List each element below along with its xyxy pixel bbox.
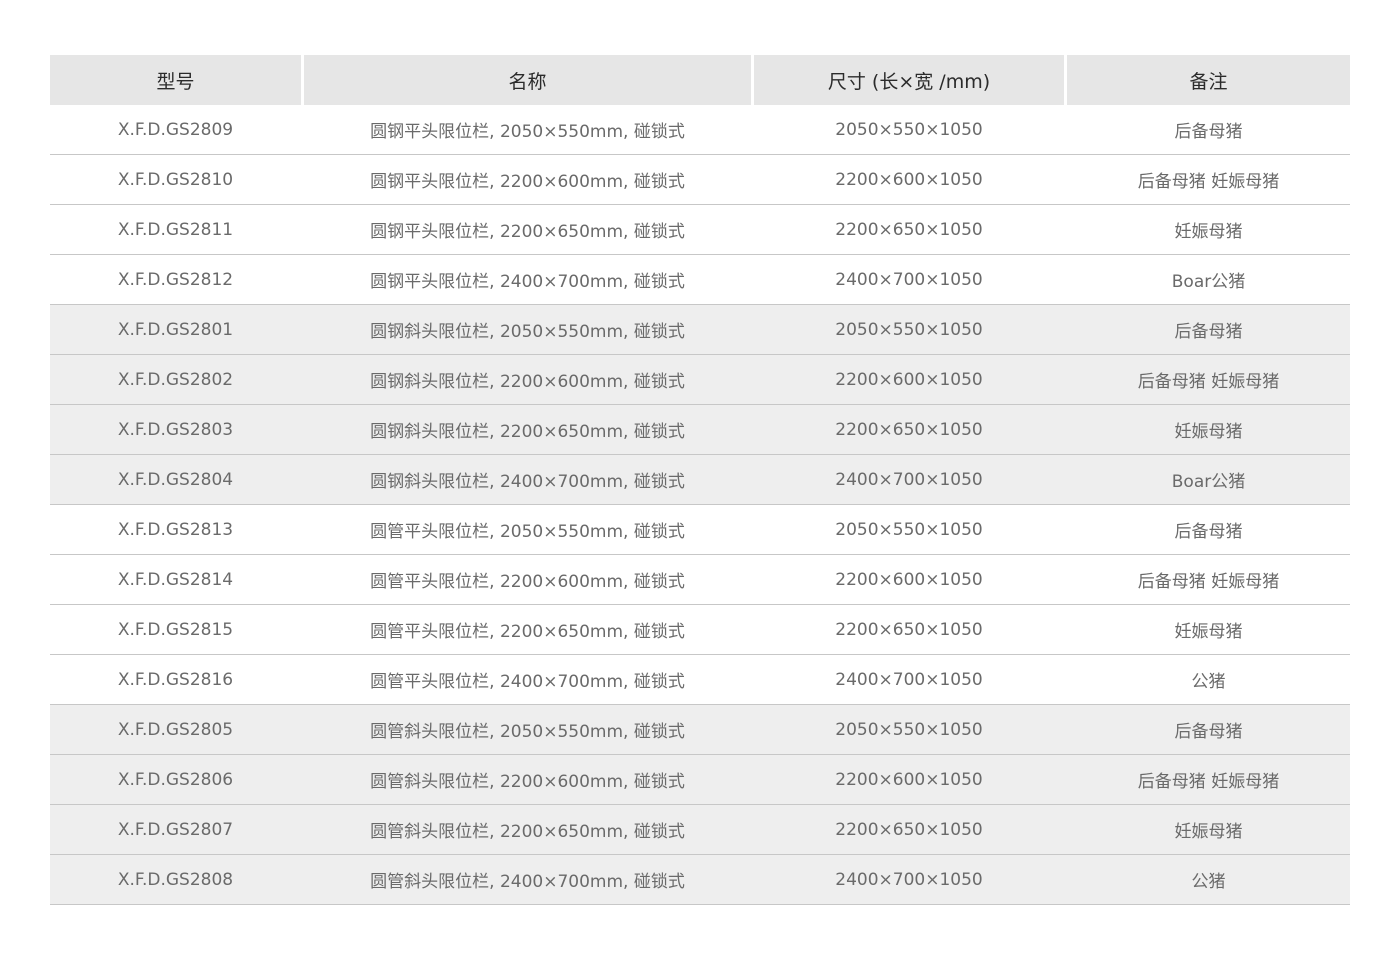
table-row: X.F.D.GS2814 圆管平头限位栏, 2200×600mm, 碰锁式 2200… <box>50 555 1350 605</box>
cell-size: 2200×650×1050 <box>835 219 983 240</box>
cell-note: 妊娠母猪 <box>1174 422 1243 442</box>
cell-name: 圆钢平头限位栏, 2200×650mm, 碰锁式 <box>370 222 685 242</box>
cell-model: X.F.D.GS2813 <box>117 519 234 540</box>
cell-model: X.F.D.GS2811 <box>117 219 234 240</box>
cell-size: 2400×700×1050 <box>835 669 983 690</box>
cell-name: 圆管平头限位栏, 2200×650mm, 碰锁式 <box>370 622 685 642</box>
cell-name: 圆管平头限位栏, 2400×700mm, 碰锁式 <box>370 672 685 692</box>
cell-name: 圆管平头限位栏, 2200×600mm, 碰锁式 <box>370 572 685 592</box>
table-row: X.F.D.GS2808 圆管斜头限位栏, 2400×700mm, 碰锁式 2400… <box>50 855 1350 905</box>
table-row: X.F.D.GS2810 圆钢平头限位栏, 2200×600mm, 碰锁式 2200… <box>50 155 1350 205</box>
cell-note: 后备母猪 妊娠母猪 <box>1137 172 1280 192</box>
cell-size: 2400×700×1050 <box>835 469 983 490</box>
cell-model: X.F.D.GS2810 <box>117 169 234 190</box>
cell-note: Boar公猪 <box>1171 272 1246 292</box>
table-row: X.F.D.GS2804 圆钢斜头限位栏, 2400×700mm, 碰锁式 2400… <box>50 455 1350 505</box>
cell-name: 圆钢平头限位栏, 2400×700mm, 碰锁式 <box>370 272 685 292</box>
cell-note: 后备母猪 妊娠母猪 <box>1137 572 1280 592</box>
cell-note: 公猪 <box>1191 872 1226 892</box>
cell-model: X.F.D.GS2803 <box>117 419 234 440</box>
cell-note: 后备母猪 <box>1174 122 1243 142</box>
cell-size: 2050×550×1050 <box>835 519 983 540</box>
cell-size: 2400×700×1050 <box>835 869 983 890</box>
header-note: 备注 <box>1067 55 1350 105</box>
header-size: 尺寸 (长×宽 /mm) <box>754 55 1064 105</box>
cell-name: 圆管斜头限位栏, 2050×550mm, 碰锁式 <box>370 722 685 742</box>
cell-model: X.F.D.GS2814 <box>117 569 234 590</box>
cell-model: X.F.D.GS2805 <box>117 719 234 740</box>
cell-name: 圆管斜头限位栏, 2200×600mm, 碰锁式 <box>370 772 685 792</box>
cell-size: 2200×600×1050 <box>835 369 983 390</box>
table-row: X.F.D.GS2806 圆管斜头限位栏, 2200×600mm, 碰锁式 2200… <box>50 755 1350 805</box>
table-row: X.F.D.GS2805 圆管斜头限位栏, 2050×550mm, 碰锁式 2050… <box>50 705 1350 755</box>
table-row: X.F.D.GS2815 圆管平头限位栏, 2200×650mm, 碰锁式 2200… <box>50 605 1350 655</box>
cell-model: X.F.D.GS2809 <box>117 119 234 140</box>
cell-note: 后备母猪 妊娠母猪 <box>1137 372 1280 392</box>
cell-size: 2050×550×1050 <box>835 119 983 140</box>
table-row: X.F.D.GS2812 圆钢平头限位栏, 2400×700mm, 碰锁式 2400… <box>50 255 1350 305</box>
table-row: X.F.D.GS2803 圆钢斜头限位栏, 2200×650mm, 碰锁式 2200… <box>50 405 1350 455</box>
cell-name: 圆管斜头限位栏, 2200×650mm, 碰锁式 <box>370 822 685 842</box>
cell-name: 圆钢平头限位栏, 2050×550mm, 碰锁式 <box>370 122 685 142</box>
cell-model: X.F.D.GS2812 <box>117 269 234 290</box>
table-row: X.F.D.GS2802 圆钢斜头限位栏, 2200×600mm, 碰锁式 2200… <box>50 355 1350 405</box>
cell-note: 后备母猪 妊娠母猪 <box>1137 772 1280 792</box>
cell-size: 2050×550×1050 <box>835 319 983 340</box>
cell-name: 圆钢斜头限位栏, 2400×700mm, 碰锁式 <box>370 472 685 492</box>
cell-size: 2200×600×1050 <box>835 769 983 790</box>
cell-model: X.F.D.GS2806 <box>117 769 234 790</box>
table-row: X.F.D.GS2813 圆管平头限位栏, 2050×550mm, 碰锁式 2050… <box>50 505 1350 555</box>
table-row: X.F.D.GS2811 圆钢平头限位栏, 2200×650mm, 碰锁式 2200… <box>50 205 1350 255</box>
cell-size: 2200×650×1050 <box>835 419 983 440</box>
cell-note: Boar公猪 <box>1171 472 1246 492</box>
cell-note: 妊娠母猪 <box>1174 622 1243 642</box>
spec-table: 型号 名称 尺寸 (长×宽 /mm) 备注 X.F.D.GS2809 圆钢平头限位… <box>50 55 1350 905</box>
cell-size: 2400×700×1050 <box>835 269 983 290</box>
cell-name: 圆钢斜头限位栏, 2200×600mm, 碰锁式 <box>370 372 685 392</box>
header-model: 型号 <box>50 55 301 105</box>
cell-name: 圆管斜头限位栏, 2400×700mm, 碰锁式 <box>370 872 685 892</box>
cell-model: X.F.D.GS2808 <box>117 869 234 890</box>
cell-note: 妊娠母猪 <box>1174 222 1243 242</box>
cell-model: X.F.D.GS2807 <box>117 819 234 840</box>
table-row: X.F.D.GS2807 圆管斜头限位栏, 2200×650mm, 碰锁式 2200… <box>50 805 1350 855</box>
cell-size: 2200×600×1050 <box>835 169 983 190</box>
cell-name: 圆钢斜头限位栏, 2050×550mm, 碰锁式 <box>370 322 685 342</box>
cell-size: 2200×600×1050 <box>835 569 983 590</box>
table-row: X.F.D.GS2801 圆钢斜头限位栏, 2050×550mm, 碰锁式 2050… <box>50 305 1350 355</box>
cell-name: 圆钢平头限位栏, 2200×600mm, 碰锁式 <box>370 172 685 192</box>
cell-size: 2200×650×1050 <box>835 819 983 840</box>
cell-model: X.F.D.GS2802 <box>117 369 234 390</box>
header-name: 名称 <box>304 55 751 105</box>
cell-name: 圆钢斜头限位栏, 2200×650mm, 碰锁式 <box>370 422 685 442</box>
cell-note: 后备母猪 <box>1174 722 1243 742</box>
cell-note: 妊娠母猪 <box>1174 822 1243 842</box>
cell-note: 公猪 <box>1191 672 1226 692</box>
table-row: X.F.D.GS2816 圆管平头限位栏, 2400×700mm, 碰锁式 2400… <box>50 655 1350 705</box>
cell-note: 后备母猪 <box>1174 522 1243 542</box>
table-header: 型号 名称 尺寸 (长×宽 /mm) 备注 <box>50 55 1350 105</box>
table-row: X.F.D.GS2809 圆钢平头限位栏, 2050×550mm, 碰锁式 2050… <box>50 105 1350 155</box>
cell-model: X.F.D.GS2815 <box>117 619 234 640</box>
cell-model: X.F.D.GS2816 <box>117 669 234 690</box>
table-body: X.F.D.GS2809 圆钢平头限位栏, 2050×550mm, 碰锁式 2050… <box>50 105 1350 905</box>
cell-model: X.F.D.GS2801 <box>117 319 234 340</box>
cell-name: 圆管平头限位栏, 2050×550mm, 碰锁式 <box>370 522 685 542</box>
cell-size: 2050×550×1050 <box>835 719 983 740</box>
cell-size: 2200×650×1050 <box>835 619 983 640</box>
cell-model: X.F.D.GS2804 <box>117 469 234 490</box>
cell-note: 后备母猪 <box>1174 322 1243 342</box>
